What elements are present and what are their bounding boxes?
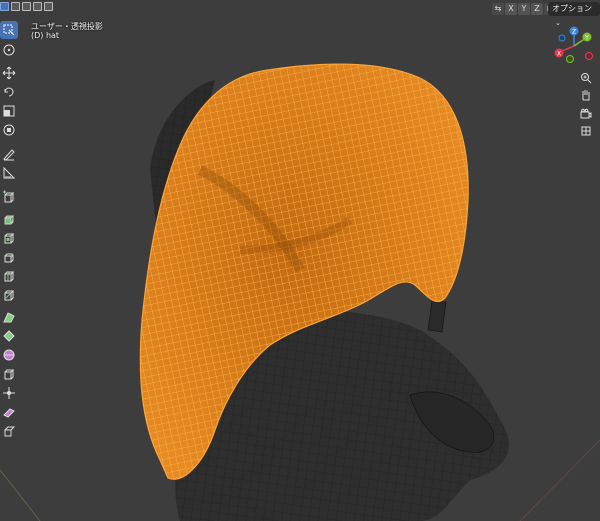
shrink-fatten-icon[interactable] — [0, 384, 18, 402]
gizmo-neg-x-handle[interactable] — [585, 52, 593, 60]
gizmo-neg-z-handle[interactable] — [558, 34, 566, 42]
viewport-header: ⇆ X Y Z ⊡ オプション⌄ — [0, 0, 600, 27]
shear-icon[interactable] — [0, 403, 18, 421]
annotate-icon[interactable] — [0, 145, 18, 163]
select-mode-icon[interactable] — [0, 2, 9, 11]
options-button[interactable]: オプション⌄ — [548, 2, 600, 27]
mode-subtract-icon[interactable] — [22, 2, 31, 11]
select-box-icon[interactable] — [0, 21, 18, 39]
axis-z-button[interactable]: Z — [531, 3, 543, 15]
gizmo-z-label: Z — [572, 29, 576, 36]
mode-extend-icon[interactable] — [11, 2, 20, 11]
bevel-icon[interactable] — [0, 248, 18, 266]
gizmo-x-label: X — [557, 51, 561, 58]
mode-intersect-icon[interactable] — [44, 2, 53, 11]
gizmo-y-label: Y — [584, 35, 589, 42]
measure-icon[interactable] — [0, 164, 18, 182]
select-mode-group — [0, 2, 53, 11]
grid-view-icon[interactable] — [579, 124, 593, 138]
navigation-gizmo[interactable]: Z Y X — [548, 26, 600, 66]
zoom-icon[interactable] — [579, 71, 593, 85]
3d-viewport[interactable]: ⇆ X Y Z ⊡ オプション⌄ ユーザー・透視投影 (D) hat — [0, 0, 600, 521]
loop-cut-icon[interactable] — [0, 267, 18, 285]
smooth-icon[interactable] — [0, 346, 18, 364]
scale-icon[interactable] — [0, 102, 18, 120]
axis-x-button[interactable]: X — [505, 3, 517, 15]
add-cube-icon[interactable] — [0, 188, 18, 206]
scene-wireframe — [0, 63, 600, 521]
mode-difference-icon[interactable] — [33, 2, 42, 11]
mirror-icon[interactable]: ⇆ — [492, 3, 504, 15]
inset-icon[interactable] — [0, 229, 18, 247]
options-label: オプション — [552, 4, 592, 13]
knife-icon[interactable] — [0, 286, 18, 304]
move-icon[interactable] — [0, 64, 18, 82]
cursor-icon[interactable] — [0, 41, 18, 59]
transform-icon[interactable] — [0, 121, 18, 139]
rotate-icon[interactable] — [0, 83, 18, 101]
hand-pan-icon[interactable] — [579, 88, 593, 102]
extrude-icon[interactable] — [0, 210, 18, 228]
poly-build-icon[interactable] — [0, 308, 18, 326]
mirror-axis-toggles: ⇆ X Y Z ⊡ — [492, 3, 556, 15]
object-name: (D) hat — [31, 31, 60, 40]
camera-icon[interactable] — [579, 107, 593, 121]
spin-icon[interactable] — [0, 327, 18, 345]
rip-icon[interactable] — [0, 422, 18, 440]
axis-y-button[interactable]: Y — [518, 3, 530, 15]
edge-slide-icon[interactable] — [0, 365, 18, 383]
gizmo-neg-y-handle[interactable] — [566, 55, 574, 63]
